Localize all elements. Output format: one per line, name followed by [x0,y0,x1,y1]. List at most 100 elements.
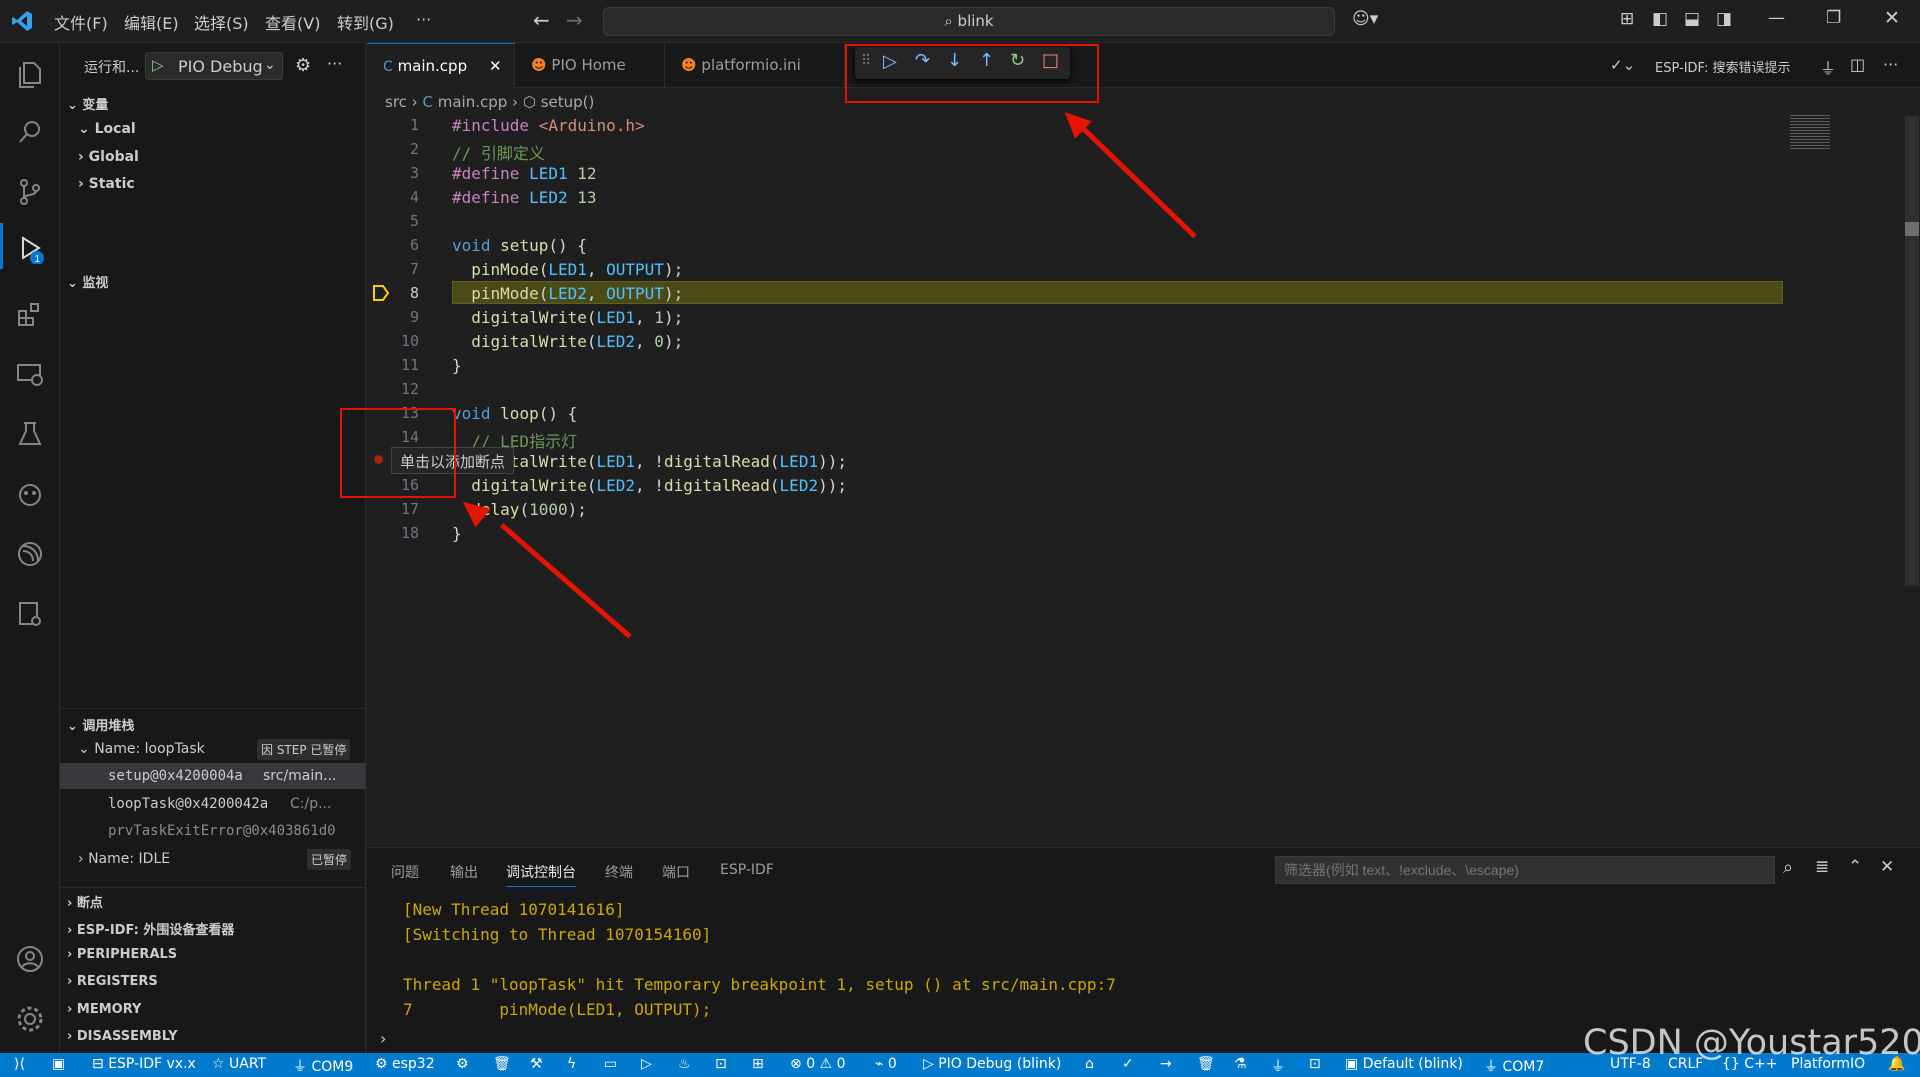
callstack-section-header[interactable]: ⌄ 调用堆栈 [67,715,134,734]
remote-explorer-icon[interactable] [11,355,49,393]
split-editor-icon[interactable]: ◫ [1850,55,1865,74]
thread-idle[interactable]: › Name: IDLE [78,851,170,867]
flash-method[interactable]: ☆ UART [212,1056,266,1072]
watch-section-header[interactable]: ⌄ 监视 [67,272,108,291]
disassembly-section-header[interactable]: › DISASSEMBLY [67,1029,177,1044]
source-control-icon[interactable] [11,173,49,211]
close-panel-icon[interactable]: ✕ [1880,857,1894,877]
restore-icon[interactable]: ❐ [1826,8,1841,28]
panel-tab-esp-idf[interactable]: ESP-IDF [720,862,774,878]
manage-gear-icon[interactable] [11,1000,49,1038]
var-scope-static[interactable]: › Static [78,176,135,192]
trash-icon[interactable]: 🗑 [493,1056,511,1072]
debug-config-select[interactable]: ▷ PIO Debug ⌄ [145,52,283,80]
command-center-search[interactable]: ⌕ blink [603,7,1335,36]
monitor-icon[interactable]: ▭ [604,1056,617,1072]
stack-frame[interactable]: loopTask@0x4200042a [108,796,268,812]
menu-edit[interactable]: 编辑(E) [124,10,179,34]
tab-platformio-ini[interactable]: ☻ platformio.ini [665,43,845,88]
debug-settings-gear-icon[interactable]: ⚙ [295,55,311,76]
serial-plug-icon[interactable]: ⏚ [1271,1056,1285,1076]
peripheral-viewer-section-header[interactable]: › ESP-IDF: 外围设备查看器 [67,919,234,938]
toggle-sidebar-icon[interactable]: ◧ [1652,9,1668,29]
panel-tab-problems[interactable]: 问题 [391,862,419,882]
start-debug-icon[interactable]: ▷ [152,56,164,74]
debug-session[interactable]: ▷ PIO Debug (blink) [923,1056,1061,1072]
clear-console-icon[interactable]: ≣ [1815,857,1829,877]
target-chip[interactable]: ⚙ esp32 [375,1056,435,1072]
upload-arrow-icon[interactable]: → [1160,1056,1172,1072]
serial-port[interactable]: ⏚ COM9 [293,1056,353,1076]
esp-idf-version[interactable]: ⊟ ESP-IDF vx.x [92,1056,196,1072]
plug-icon[interactable]: ⏚ [1820,55,1836,79]
extensions-icon[interactable] [11,295,49,333]
close-tab-icon[interactable]: ✕ [489,44,502,89]
search-icon[interactable]: ⌕ [1783,857,1793,878]
minimize-icon[interactable]: — [1768,8,1785,28]
run-debug-icon[interactable]: 1 [11,230,49,268]
accounts-icon[interactable] [11,940,49,978]
pio-terminal-icon[interactable]: ⊡ [1309,1056,1321,1072]
copilot-icon[interactable]: ☺▾ [1352,9,1378,29]
toggle-panel-icon[interactable]: ⬓ [1684,9,1700,29]
project-env[interactable]: ▣ Default (blink) [1345,1056,1463,1072]
scrollbar[interactable] [1905,116,1919,586]
platformio-icon[interactable] [11,475,49,513]
tab-pio-home[interactable]: ☻ PIO Home [515,43,665,88]
esp-idf-error-hint[interactable]: ESP-IDF: 搜索错误提示 [1655,57,1791,76]
memory-section-header[interactable]: › MEMORY [67,1002,141,1017]
flash-icon[interactable]: ϟ [567,1056,576,1072]
menu-selection[interactable]: 选择(S) [194,10,249,34]
problems-indicator[interactable]: ⊗ 0 ⚠ 0 [790,1056,845,1072]
home-icon[interactable]: ⌂ [1085,1056,1094,1072]
folder-icon[interactable]: ▣ [52,1056,65,1072]
minimap[interactable] [1790,115,1830,149]
test-icon[interactable]: ⚗ [1234,1056,1247,1072]
registers-section-header[interactable]: › REGISTERS [67,974,158,989]
variables-section-header[interactable]: ⌄ 变量 [67,94,108,113]
command-icon[interactable]: ⊞ [752,1056,764,1072]
forward-arrow-icon[interactable]: → [566,8,583,32]
more-actions-icon[interactable]: ··· [327,54,342,73]
explorer-icon[interactable] [11,55,49,93]
terminal-icon[interactable]: ⊡ [715,1056,727,1072]
layout-customize-icon[interactable]: ⊞ [1620,9,1634,29]
remote-indicator-icon[interactable]: ⟩⟨ [14,1056,25,1072]
clean-trash-icon[interactable]: 🗑 [1197,1056,1215,1072]
breakpoints-section-header[interactable]: › 断点 [67,892,103,911]
search-view-icon[interactable] [11,113,49,151]
back-arrow-icon[interactable]: ← [533,8,550,32]
ports-indicator[interactable]: ⌁ 0 [875,1056,897,1072]
thread-looptask[interactable]: ⌄ Name: loopTask [78,741,205,757]
console-prompt-chevron-icon[interactable]: › [380,1029,386,1048]
panel-tab-terminal[interactable]: 终端 [605,862,633,882]
settings-icon[interactable]: ⚙ [456,1056,469,1072]
menu-more[interactable]: ··· [416,10,431,29]
panel-tab-debug-console[interactable]: 调试控制台 [506,862,576,887]
menu-file[interactable]: 文件(F) [54,10,108,34]
var-scope-local[interactable]: ⌄ Local [78,121,136,137]
console-filter-input[interactable] [1275,856,1775,884]
var-scope-global[interactable]: › Global [78,149,139,165]
espressif-icon[interactable] [11,535,49,573]
flame-icon[interactable]: ♨ [678,1056,691,1072]
peripheral-viewer-icon[interactable] [11,595,49,633]
menu-view[interactable]: 查看(V) [265,10,320,34]
build-check-icon[interactable]: ✓ [1122,1056,1134,1072]
testing-icon[interactable] [11,415,49,453]
menu-go[interactable]: 转到(G) [337,10,394,34]
panel-tab-output[interactable]: 输出 [450,862,478,882]
panel-tab-ports[interactable]: 端口 [662,862,690,882]
more-actions-icon[interactable]: ··· [1883,55,1898,74]
tab-main-cpp[interactable]: C main.cpp ✕ [367,43,515,88]
maximize-panel-icon[interactable]: ⌃ [1848,857,1862,877]
close-window-icon[interactable]: ✕ [1884,7,1900,29]
toggle-secondary-sidebar-icon[interactable]: ◨ [1716,9,1732,29]
upload-port[interactable]: ⏚ COM7 [1484,1056,1544,1076]
stack-frame[interactable]: setup@0x4200004a [108,768,243,784]
stack-frame[interactable]: prvTaskExitError@0x403861d0 [108,823,336,839]
debug-icon[interactable]: ▷ [641,1056,652,1072]
peripherals-section-header[interactable]: › PERIPHERALS [67,947,177,962]
scrollbar-thumb[interactable] [1905,222,1919,236]
wrench-icon[interactable]: ⚒ [530,1056,543,1072]
